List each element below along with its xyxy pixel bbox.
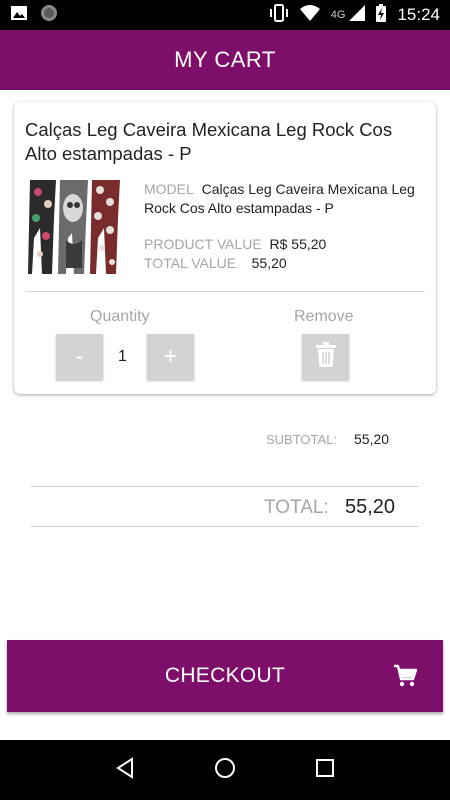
product-details: MODEL Calças Leg Caveira Mexicana Leg Ro…: [144, 180, 430, 273]
trash-icon: [315, 341, 337, 373]
product-title: Calças Leg Caveira Mexicana Leg Rock Cos…: [25, 119, 393, 164]
status-left: [10, 4, 58, 27]
product-value: R$ 55,20: [269, 236, 327, 252]
image-icon: [10, 5, 28, 26]
model-label: MODEL: [144, 181, 194, 197]
battery-charging-icon: [375, 3, 387, 28]
cart-item-card: Calças Leg Caveira Mexicana Leg Rock Cos…: [14, 102, 436, 394]
cart-icon: [393, 664, 418, 693]
circle-app-icon: [40, 4, 58, 27]
subtotal-value: 55,20: [354, 431, 390, 447]
total-value-row: TOTAL VALUE 55,20: [144, 254, 430, 273]
remove-label: Remove: [294, 308, 354, 325]
divider: [31, 526, 419, 527]
total-value: 55,20: [345, 496, 396, 518]
quantity-value: 1: [118, 348, 127, 365]
divider: [31, 486, 419, 487]
total-label: TOTAL:: [264, 497, 329, 518]
product-image[interactable]: [26, 178, 124, 276]
increase-quantity-button[interactable]: +: [147, 334, 194, 380]
total-value-label: TOTAL VALUE: [144, 255, 237, 271]
checkout-button[interactable]: CHECKOUT: [7, 640, 443, 712]
clock: 15:24: [397, 5, 440, 24]
status-bar: 4G 15:24: [0, 0, 450, 30]
model-row: MODEL Calças Leg Caveira Mexicana Leg Ro…: [144, 180, 430, 218]
total-value: 55,20: [251, 255, 287, 271]
subtotal-label: SUBTOTAL:: [266, 432, 338, 447]
network-type: 4G: [330, 9, 346, 21]
vibrate-icon: [269, 3, 289, 27]
quantity-label: Quantity: [90, 308, 150, 325]
system-nav-bar: [0, 740, 450, 800]
signal-icon: [349, 4, 366, 26]
recents-icon[interactable]: [315, 758, 335, 783]
remove-item-button[interactable]: [302, 334, 349, 380]
divider: [25, 291, 425, 292]
back-icon[interactable]: [115, 756, 135, 784]
app-bar: MY CART: [0, 30, 450, 90]
page-title: MY CART: [174, 47, 276, 72]
wifi-icon: [299, 4, 321, 27]
product-value-row: PRODUCT VALUE R$ 55,20: [144, 235, 430, 254]
product-value-label: PRODUCT VALUE: [144, 236, 262, 252]
status-right: 4G 15:24: [269, 3, 440, 28]
home-icon[interactable]: [214, 757, 236, 784]
checkout-label: CHECKOUT: [164, 664, 286, 687]
decrease-quantity-button[interactable]: -: [56, 334, 103, 380]
